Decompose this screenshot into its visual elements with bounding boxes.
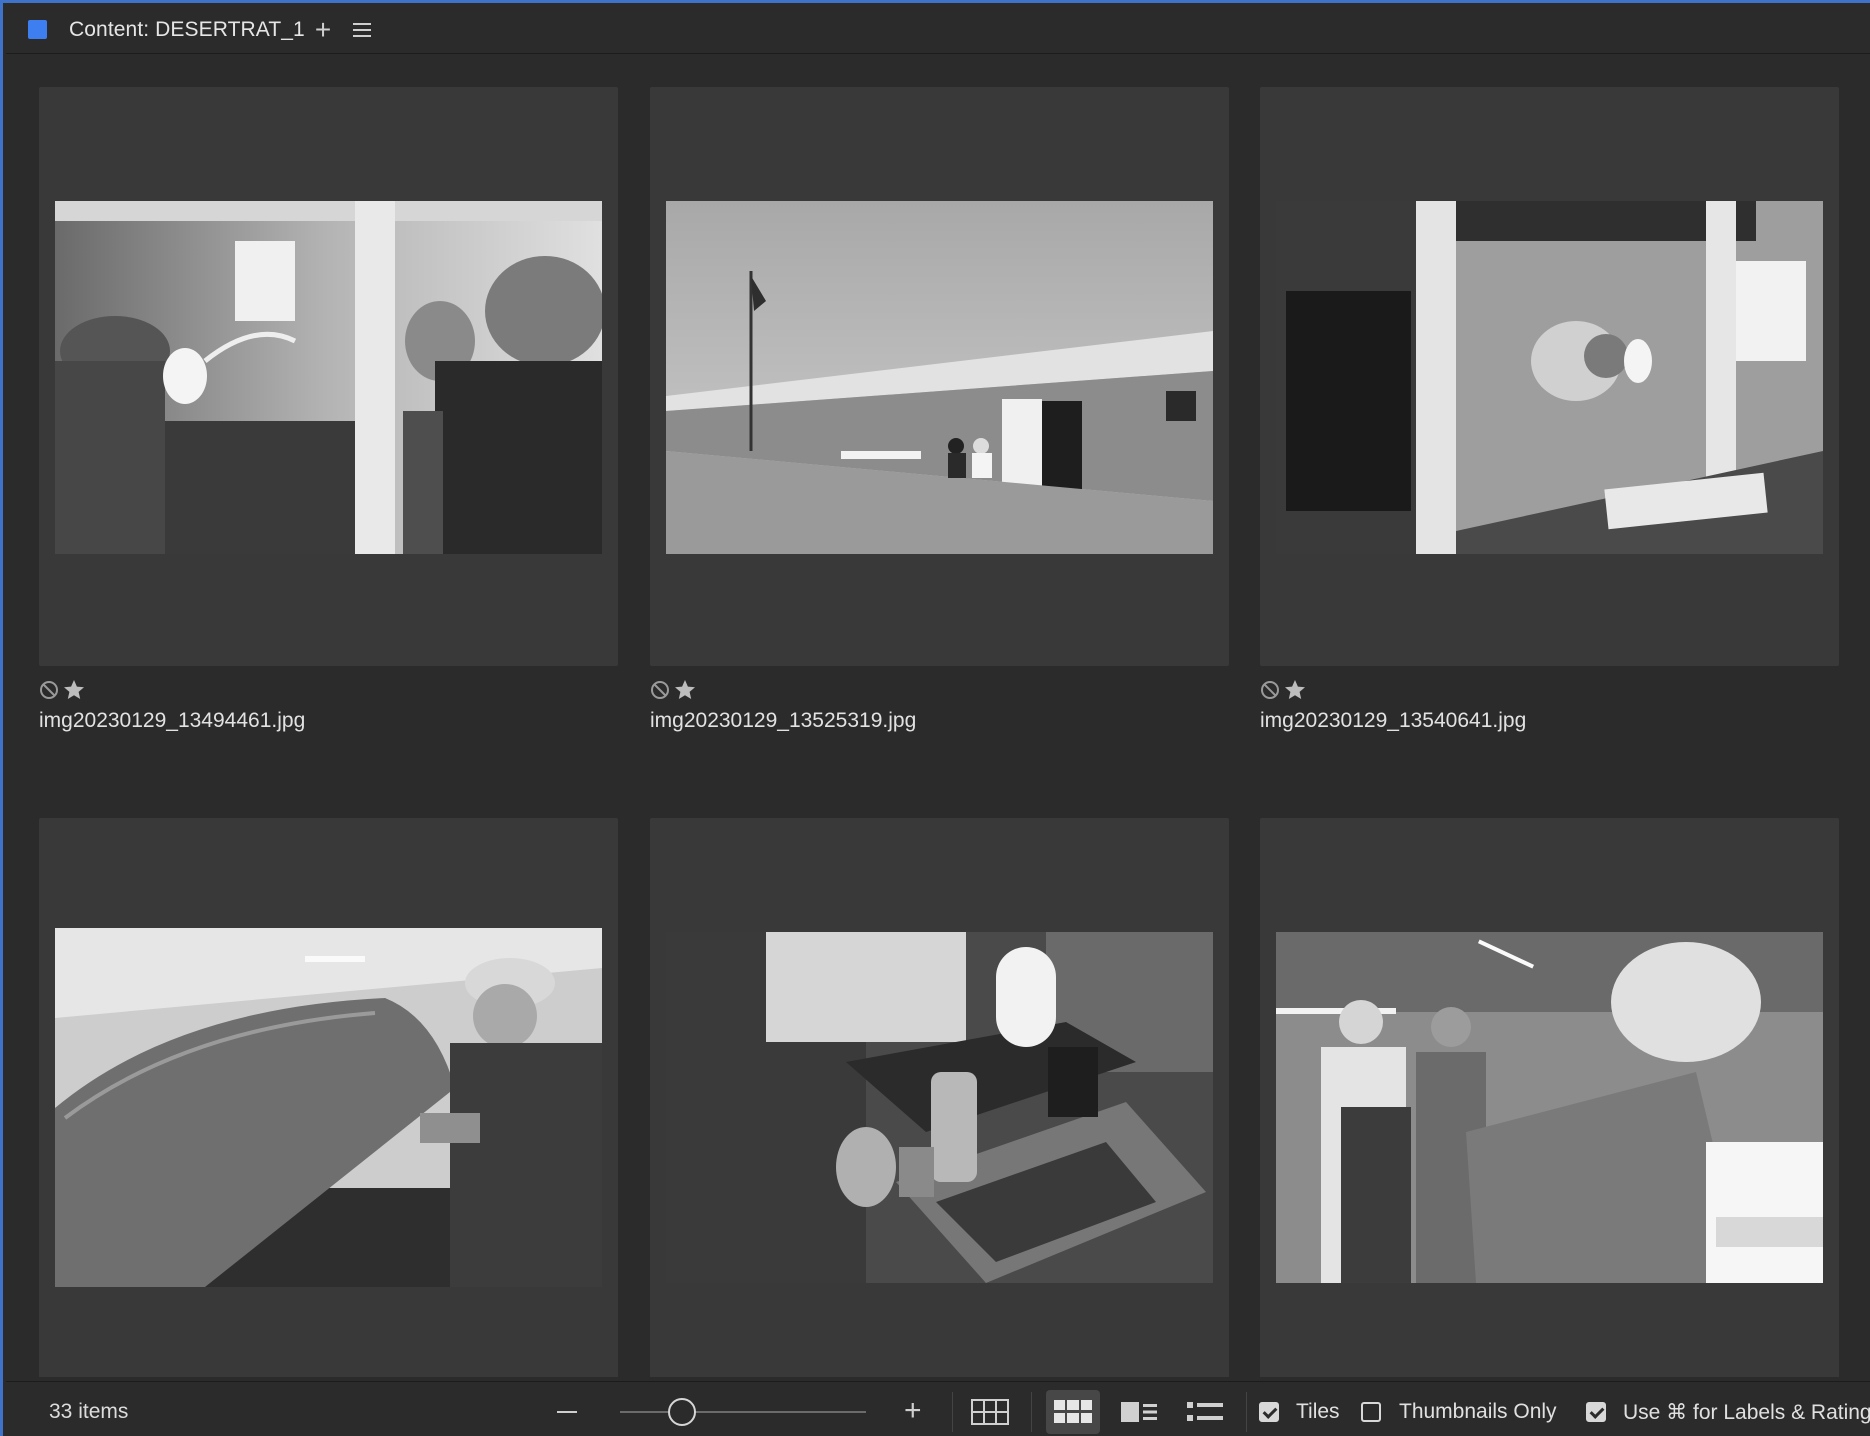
tile-metadata bbox=[1260, 677, 1307, 703]
thumbnail-frame[interactable] bbox=[650, 818, 1229, 1377]
hamburger-menu-icon[interactable] bbox=[353, 22, 372, 37]
plus-icon[interactable]: + bbox=[904, 1396, 922, 1426]
grid-view-icon[interactable] bbox=[963, 1390, 1017, 1434]
no-label-icon[interactable] bbox=[39, 680, 59, 700]
divider bbox=[952, 1392, 953, 1432]
panel-header: Content: DESERTRAT_1 + bbox=[6, 6, 1870, 54]
content-panel: Content: DESERTRAT_1 + img20230129_13494… bbox=[0, 0, 1870, 1436]
tiles-checkbox[interactable] bbox=[1259, 1402, 1279, 1422]
list-view-icon[interactable] bbox=[1178, 1390, 1232, 1434]
divider bbox=[1246, 1392, 1247, 1432]
thumbnails-only-checkbox[interactable] bbox=[1361, 1402, 1381, 1422]
filmstrip-view-icon[interactable] bbox=[1112, 1390, 1166, 1434]
thumbnail-image bbox=[666, 932, 1213, 1283]
zoom-slider[interactable] bbox=[620, 1411, 866, 1413]
panel-title: Content: DESERTRAT_1 bbox=[69, 17, 305, 41]
item-count: 33 items bbox=[49, 1400, 129, 1423]
tiles-label: Tiles bbox=[1296, 1400, 1340, 1423]
tile-filename: img20230129_13525319.jpg bbox=[650, 709, 917, 732]
tile-filename: img20230129_13494461.jpg bbox=[39, 709, 306, 732]
divider bbox=[1031, 1392, 1032, 1432]
panel-footer: 33 items + Tiles Thumbnails Only Use ⌘ f… bbox=[6, 1381, 1870, 1436]
no-label-icon[interactable] bbox=[650, 680, 670, 700]
star-icon[interactable] bbox=[62, 678, 86, 702]
tile-view-icon[interactable] bbox=[1046, 1390, 1100, 1434]
thumbnail-frame[interactable] bbox=[1260, 87, 1839, 666]
thumbnail-image bbox=[1276, 201, 1823, 554]
thumbnail-frame[interactable] bbox=[39, 87, 618, 666]
no-label-icon[interactable] bbox=[1260, 680, 1280, 700]
minus-icon[interactable] bbox=[557, 1411, 577, 1413]
plus-icon[interactable]: + bbox=[315, 15, 331, 44]
thumbnail-image bbox=[55, 928, 602, 1287]
zoom-slider-handle[interactable] bbox=[667, 1398, 696, 1426]
thumbnail-frame[interactable] bbox=[39, 818, 618, 1377]
content-grid: img20230129_13494461.jpg img20230129_135… bbox=[39, 87, 1839, 1377]
tile-metadata bbox=[39, 677, 86, 703]
star-icon[interactable] bbox=[673, 678, 697, 702]
panel-color-swatch bbox=[28, 20, 47, 39]
thumbnail-image bbox=[1276, 932, 1823, 1283]
thumbnail-image bbox=[55, 201, 602, 554]
tile-filename: img20230129_13540641.jpg bbox=[1260, 709, 1527, 732]
thumbnail-frame[interactable] bbox=[650, 87, 1229, 666]
thumbnail-frame[interactable] bbox=[1260, 818, 1839, 1377]
thumbnail-image bbox=[666, 201, 1213, 554]
use-cmd-label: Use ⌘ for Labels & Rating bbox=[1623, 1401, 1870, 1424]
thumbnails-only-label: Thumbnails Only bbox=[1399, 1400, 1557, 1423]
star-icon[interactable] bbox=[1283, 678, 1307, 702]
use-cmd-checkbox[interactable] bbox=[1586, 1402, 1606, 1422]
tile-metadata bbox=[650, 677, 697, 703]
